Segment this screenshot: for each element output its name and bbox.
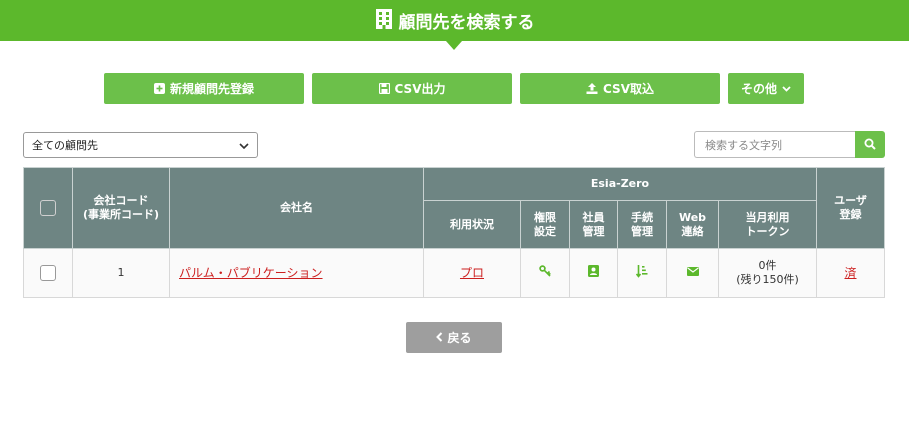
search-placeholder: 検索する文字列: [705, 138, 782, 152]
plus-square-icon: [153, 83, 165, 94]
procedure-header-line2: 管理: [631, 224, 653, 238]
permission-header: 権限 設定: [520, 200, 570, 249]
search-input[interactable]: 検索する文字列: [694, 131, 855, 158]
other-menu-button[interactable]: その他: [728, 73, 804, 104]
chevron-down-icon: [782, 85, 791, 92]
procedure-header-line1: 手続: [631, 210, 653, 224]
web-contact-cell: [666, 248, 719, 298]
company-name-link[interactable]: パルム・パブリケーション: [179, 266, 323, 280]
usage-status-cell: プロ: [423, 248, 521, 298]
company-code-header: 会社コード (事業所コード): [72, 167, 170, 249]
select-all-header: [23, 167, 73, 249]
page-title: 顧問先を検索する: [398, 13, 535, 33]
employee-header-line1: 社員: [582, 210, 605, 224]
csv-import-label: CSV取込: [603, 82, 654, 96]
company-code-header-line1: 会社コード: [93, 194, 149, 207]
user-register-link[interactable]: 済: [844, 266, 856, 280]
chevron-left-icon: [436, 331, 443, 345]
new-client-button[interactable]: 新規顧問先登録: [104, 73, 304, 104]
csv-export-button[interactable]: CSV出力: [312, 73, 512, 104]
key-icon[interactable]: [539, 265, 551, 281]
select-all-checkbox[interactable]: [40, 200, 56, 216]
user-register-header: ユーザ 登録: [816, 167, 885, 249]
web-contact-header: Web 連絡: [666, 200, 719, 249]
back-label: 戻る: [447, 331, 472, 345]
procedure-cell: [617, 248, 667, 298]
token-header-line1: 当月利用: [745, 210, 790, 224]
token-count: 0件: [758, 259, 777, 272]
table-row: 1 パルム・パブリケーション プロ 0件 (残り150件) 済: [23, 248, 885, 298]
search-icon: [864, 135, 876, 154]
building-icon: [375, 8, 393, 34]
token-header: 当月利用 トークン: [718, 200, 817, 249]
upload-icon: [586, 83, 598, 94]
permission-header-line1: 権限: [534, 210, 556, 224]
employee-header-line2: 管理: [582, 224, 605, 238]
employee-cell: [569, 248, 618, 298]
user-register-header-line1: ユーザ: [834, 194, 867, 207]
row-checkbox[interactable]: [40, 265, 56, 281]
token-cell: 0件 (残り150件): [718, 248, 817, 298]
toolbar: 新規顧問先登録 CSV出力 CSV取込 その他: [0, 73, 909, 104]
company-name-header: 会社名: [169, 167, 424, 249]
other-menu-label: その他: [740, 82, 777, 96]
row-select-cell: [23, 248, 73, 298]
token-remaining: (残り150件): [736, 273, 799, 286]
envelope-icon[interactable]: [686, 266, 699, 280]
company-name-cell: パルム・パブリケーション: [169, 248, 424, 298]
permission-header-line2: 設定: [534, 224, 556, 238]
company-code-cell: 1: [72, 248, 170, 298]
sort-list-icon[interactable]: [635, 264, 648, 282]
chevron-down-icon: [239, 139, 249, 152]
header-pointer: [446, 41, 462, 50]
back-button[interactable]: 戻る: [406, 322, 502, 353]
csv-export-label: CSV出力: [394, 82, 446, 96]
esia-zero-group-header: Esia-Zero: [423, 167, 817, 201]
company-code-header-line2: (事業所コード): [82, 208, 160, 221]
client-table: 会社コード (事業所コード) 会社名 Esia-Zero ユーザ 登録 利用状況…: [23, 167, 885, 298]
web-contact-header-line2: 連絡: [681, 224, 704, 238]
token-header-line2: トークン: [745, 224, 790, 238]
user-register-header-line2: 登録: [839, 208, 862, 221]
web-contact-header-line1: Web: [678, 210, 707, 224]
employee-header: 社員 管理: [569, 200, 618, 249]
client-filter-value: 全ての顧問先: [32, 139, 98, 152]
save-icon: [378, 83, 390, 94]
procedure-header: 手続 管理: [617, 200, 667, 249]
usage-status-header: 利用状況: [423, 200, 521, 249]
usage-status-link[interactable]: プロ: [460, 266, 484, 280]
permission-cell: [520, 248, 570, 298]
page-header: 顧問先を検索する: [0, 0, 909, 41]
new-client-label: 新規顧問先登録: [169, 82, 254, 96]
search-button[interactable]: [855, 131, 885, 158]
client-filter-select[interactable]: 全ての顧問先: [23, 132, 258, 158]
user-register-cell: 済: [816, 248, 885, 298]
contact-card-icon[interactable]: [588, 265, 599, 281]
csv-import-button[interactable]: CSV取込: [520, 73, 720, 104]
